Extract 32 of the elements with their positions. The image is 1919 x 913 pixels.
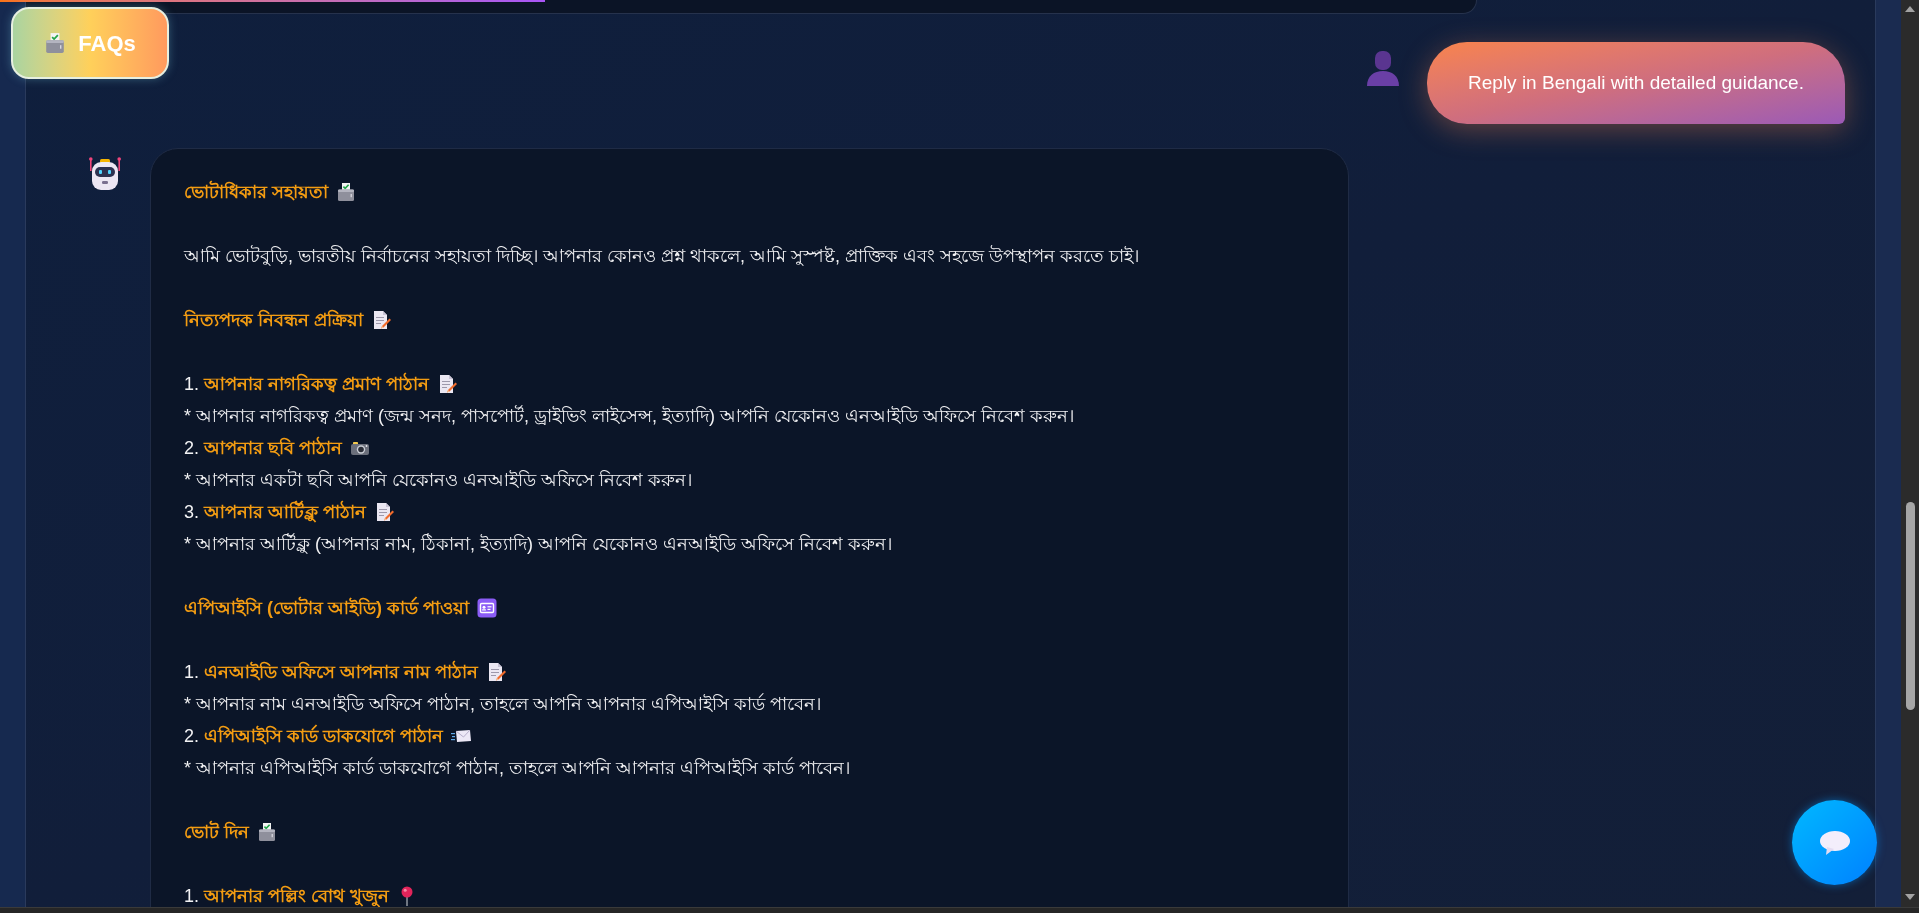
step-title: 1. আপনার নাগরিকত্ব প্রমাণ পাঠান [184,371,430,396]
memo-pencil-icon [374,502,395,522]
step-title: 3. আপনার আর্টিক্লু পাঠান [184,499,367,525]
step-title: 1. আপনার পল্লিং বোথ খুজুন [184,884,390,907]
ballot-box-icon [44,32,67,54]
intro-paragraph: আমি ভোটবুড়ি, ভারতীয় নির্বাচনের সহায়তা দিচ্ছি। আপনার কোনও প্রশ্ন থাকলে, আমি সুস্পষ্ট, প্রাক্তিক এবং সহজে উপস্থাপন করতে চাই। [184,244,1141,268]
ballot-box-icon [336,182,356,202]
memo-pencil-icon [486,662,507,682]
faq-button[interactable]: FAQs [11,7,169,79]
step-detail: * আপনার নাম এনআইডি অফিসে পাঠান, তাহলে আপনি আপনার এপিআইসি কার্ড পাবেন। [184,692,823,716]
section-heading: এপিআইসি (ভোটার আইডি) কার্ড পাওয়া [184,595,469,620]
step-detail: * আপনার এপিআইসি কার্ড ডাকযোগে পাঠান, তাহলে আপনি আপনার এপিআইসি কার্ড পাবেন। [184,756,852,780]
scroll-up-icon[interactable] [1905,6,1915,12]
section-heading: ভোটাধিকার সহায়তা [184,179,328,204]
scrollbar-thumb[interactable] [1906,502,1915,710]
speech-bubble-icon [1818,829,1851,856]
robot-avatar-icon [87,156,123,192]
section-heading: নিত্যপদক নিবন্ধন প্রক্রিয়া [184,308,363,332]
step-title: 1. এনআইডি অফিসে আপনার নাম পাঠান [184,659,479,684]
step-detail: * আপনার একটা ছবি আপনি যেকোনও এনআইডি অফিসে নিবেশ করুন। [184,468,693,492]
scroll-down-icon[interactable] [1905,894,1915,900]
step-detail: * আপনার নাগরিকত্ব প্রমাণ (জন্ম সনদ, পাসপোর্ট, ড্রাইভিং লাইসেন্স, ইত্যাদি) আপনি যেকোনও এনআইডি অফিসে নিবেশ করুন। [184,404,1075,428]
user-message-bubble: Reply in Bengali with detailed guidance. [1427,42,1845,124]
memo-pencil-icon [437,374,458,394]
step-title: 2. এপিআইসি কার্ড ডাকযোগে পাঠান [184,723,444,748]
ballot-box-icon [257,822,277,842]
step-title: 2. আপনার ছবি পাঠান [184,435,343,460]
user-avatar-icon [1366,50,1400,86]
step-detail: * আপনার আর্টিক্লু (আপনার নাম, ঠিকানা, ইত্যাদি) আপনি যেকোনও এনআইডি অফিসে নিবেশ করুন। [184,532,893,556]
section-heading: ভোট দিন [184,819,249,844]
memo-pencil-icon [371,310,391,330]
id-card-icon [477,598,497,618]
